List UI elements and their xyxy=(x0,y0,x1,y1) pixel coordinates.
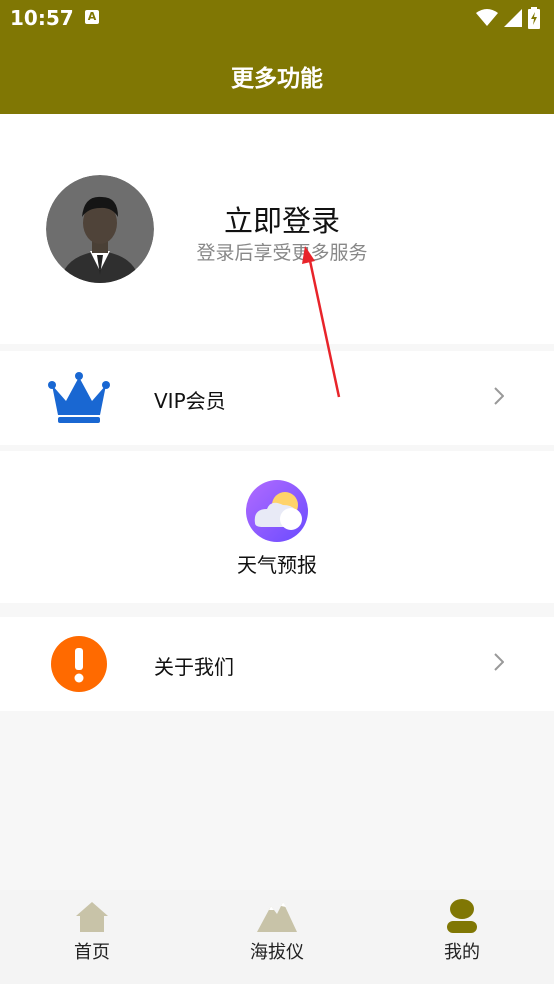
mountain-icon xyxy=(257,898,297,938)
exclamation-icon xyxy=(51,636,107,696)
nav-home-label: 首页 xyxy=(74,942,110,963)
status-icons xyxy=(476,7,540,29)
home-icon xyxy=(74,898,110,938)
login-title[interactable]: 立即登录 xyxy=(0,198,554,240)
wifi-icon xyxy=(476,9,498,26)
nav-mine-label: 我的 xyxy=(444,942,480,963)
battery-icon xyxy=(528,7,540,29)
status-time: 10:57 xyxy=(10,6,74,30)
about-label: 关于我们 xyxy=(154,655,234,679)
login-subtitle: 登录后享受更多服务 xyxy=(196,242,368,264)
vip-row[interactable]: VIP会员 xyxy=(0,351,554,445)
chevron-right-icon xyxy=(494,387,505,409)
weather-label: 天气预报 xyxy=(237,553,317,577)
nav-home[interactable]: 首页 xyxy=(32,890,152,984)
chevron-right-icon xyxy=(494,653,505,675)
app-header: 10:57 A 更多功能 xyxy=(0,0,554,114)
user-icon xyxy=(444,898,480,938)
weather-icon[interactable] xyxy=(245,479,309,547)
about-row[interactable]: 关于我们 xyxy=(0,617,554,711)
crown-icon xyxy=(48,371,110,429)
nav-altimeter[interactable]: 海拔仪 xyxy=(217,890,337,984)
nav-mine[interactable]: 我的 xyxy=(402,890,522,984)
vip-label: VIP会员 xyxy=(154,389,226,413)
login-section[interactable]: 立即登录 登录后享受更多服务 xyxy=(0,114,554,344)
signal-icon xyxy=(504,9,522,27)
nav-altimeter-label: 海拔仪 xyxy=(250,942,304,963)
bottom-nav: 首页 海拔仪 我的 xyxy=(0,890,554,984)
weather-section[interactable]: 天气预报 xyxy=(0,451,554,603)
notification-icon: A xyxy=(85,10,99,24)
page-title: 更多功能 xyxy=(231,66,323,92)
